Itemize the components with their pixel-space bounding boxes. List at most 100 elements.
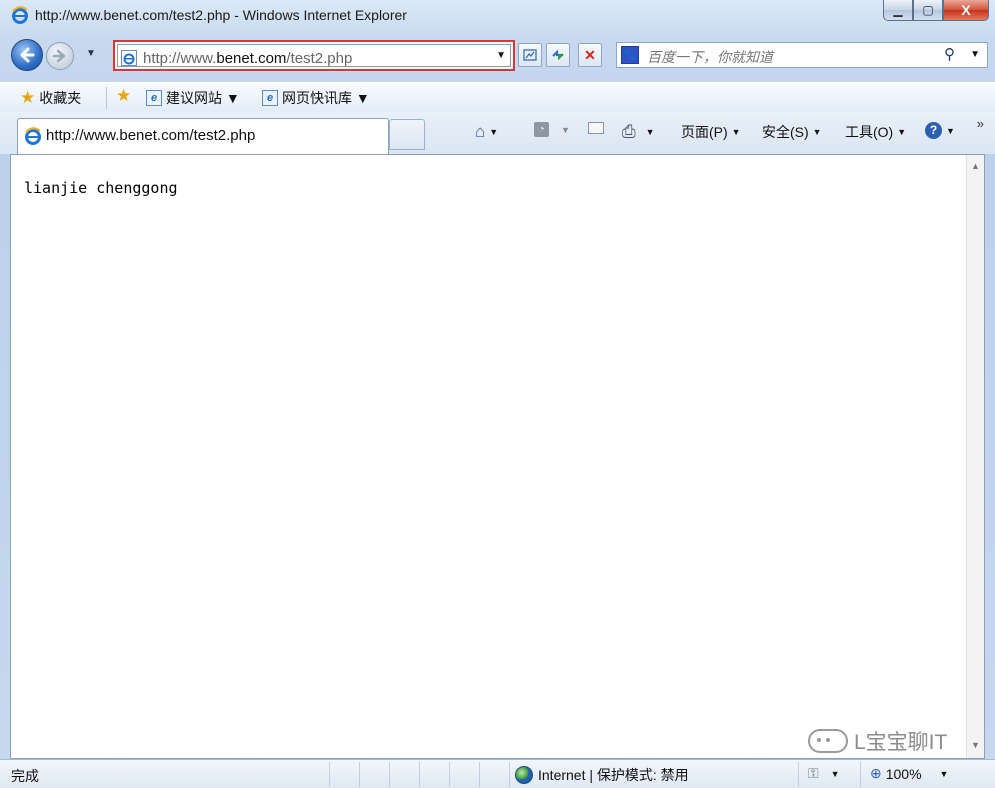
refresh-icon [552,49,564,61]
safety-menu[interactable]: 安全(S) ▼ [762,122,822,142]
scroll-up-icon[interactable]: ▲ [971,161,980,171]
help-menu[interactable]: ? ▼ [925,122,955,139]
page-icon [121,50,137,66]
chevron-down-icon: ▼ [939,768,949,779]
help-icon: ? [925,122,942,139]
favorites-item-web-slice-gallery[interactable]: e 网页快讯库 ▼ [262,88,370,108]
page-body-text: lianjie chenggong [24,179,178,197]
stop-icon: ✕ [584,46,596,63]
ie-page-icon: e [262,90,278,106]
baidu-paw-icon: 🐾 [621,46,639,64]
divider [359,762,360,787]
chevron-down-icon: ▼ [812,127,822,137]
search-placeholder[interactable]: 百度一下，你就知道 [647,47,773,67]
chevron-down-icon[interactable]: ▼ [489,127,498,137]
zoom-button[interactable]: ⊕ 100% ▼ [870,765,948,782]
back-arrow-icon [20,47,35,63]
search-options-dropdown[interactable]: ▼ [970,49,980,60]
window-controls: ▁ ▢ X [883,0,989,22]
compatibility-view-icon [523,49,537,61]
url-domain: benet.com [216,50,287,67]
chevron-down-icon[interactable]: ▼ [561,125,570,135]
divider [419,762,420,787]
minimize-button[interactable]: ▁ [883,0,913,21]
compatibility-view-button[interactable] [518,43,542,67]
mail-icon [588,122,604,134]
add-favorite-star-icon: ★ [116,86,132,105]
divider [509,762,510,787]
navigation-bar: ▼ http://www.benet.com/test2.php ▼ ✕ 🐾 百… [0,34,995,76]
refresh-button[interactable] [546,43,570,67]
home-button[interactable]: ⌂ ▼ [475,122,498,142]
internet-explorer-icon [12,6,28,24]
rss-feed-icon: ◔ [534,122,549,137]
favorites-item-suggested-sites[interactable]: e 建议网站 ▼ [146,88,240,108]
window-title: http://www.benet.com/test2.php - Windows… [35,7,407,23]
safety-menu-label: 安全(S) [762,124,809,140]
page-menu-label: 页面(P) [681,124,728,140]
forward-arrow-icon [53,49,66,63]
security-settings-icon: ⚿ [808,765,819,781]
search-box[interactable]: 🐾 百度一下，你就知道 ⚲ ▼ [616,42,988,68]
popup-settings-button[interactable]: ⚿ ▼ [808,765,840,782]
chevron-down-icon: ▼ [897,127,907,137]
ie-window: http://www.benet.com/test2.php - Windows… [0,0,995,788]
search-magnifier-icon[interactable]: ⚲ [944,45,955,63]
feeds-button[interactable]: ◔ ▼ [534,122,570,137]
divider [798,762,799,787]
page-content: lianjie chenggong ▲ ▼ [10,154,985,759]
status-text: 完成 [11,768,39,784]
status-bar: 完成 Internet | 保护模式: 禁用 ⚿ ▼ ⊕ 100% ▼ [0,759,995,788]
favorites-star-icon: ★ [20,88,36,107]
home-icon: ⌂ [475,122,486,141]
tab-label: http://www.benet.com/test2.php [46,127,256,144]
favorites-button[interactable]: ★ 收藏夹 [20,88,81,108]
scroll-down-icon[interactable]: ▼ [971,740,980,750]
divider [449,762,450,787]
url-prefix: http://www. [143,50,217,67]
watermark-text: L宝宝聊IT [854,731,948,754]
divider [479,762,480,787]
zoom-level: 100% [885,765,922,782]
address-bar-highlight: http://www.benet.com/test2.php ▼ [113,40,515,71]
vertical-scrollbar[interactable]: ▲ ▼ [966,155,984,758]
back-button[interactable] [11,39,43,71]
zone-text: Internet | 保护模式: 禁用 [538,767,689,783]
chevron-down-icon[interactable]: ▼ [646,127,655,137]
address-url[interactable]: http://www.benet.com/test2.php [143,50,352,67]
watermark: L宝宝聊IT [808,726,947,756]
web-slice-gallery-label: 网页快讯库 ▼ [282,90,370,106]
new-tab-button[interactable] [389,119,425,150]
url-path: /test2.php [286,50,353,67]
suggested-sites-label: 建议网站 ▼ [166,90,240,106]
chevron-down-icon: ▼ [946,125,955,136]
divider [106,87,107,109]
tab-command-bar: http://www.benet.com/test2.php ⌂ ▼ ◔ ▼ ⎙… [0,112,995,154]
divider [329,762,330,787]
favorites-label: 收藏夹 [39,90,82,106]
address-bar[interactable]: http://www.benet.com/test2.php ▼ [117,44,511,67]
recent-pages-dropdown[interactable]: ▼ [86,48,96,59]
read-mail-button[interactable] [588,122,604,134]
print-button[interactable]: ⎙ ▼ [622,122,655,142]
security-zone[interactable]: Internet | 保护模式: 禁用 [515,765,689,785]
tab-current[interactable]: http://www.benet.com/test2.php [17,118,389,154]
ie-page-icon: e [146,90,162,106]
wechat-logo-icon [808,729,848,753]
add-to-favorites-bar-button[interactable]: ★ [116,86,132,105]
maximize-button[interactable]: ▢ [913,0,943,21]
address-dropdown-icon[interactable]: ▼ [496,50,506,61]
title-bar: http://www.benet.com/test2.php - Windows… [0,0,995,32]
command-overflow-button[interactable]: » [977,116,984,131]
forward-button[interactable] [46,42,74,70]
tools-menu[interactable]: 工具(O) ▼ [845,122,906,142]
tools-menu-label: 工具(O) [845,124,894,140]
chevron-down-icon: ▼ [830,768,840,779]
close-button[interactable]: X [943,0,989,21]
stop-button[interactable]: ✕ [578,43,602,67]
internet-explorer-icon [25,127,41,145]
chevron-down-icon: ▼ [731,127,741,137]
divider [389,762,390,787]
printer-icon: ⎙ [622,122,636,141]
page-menu[interactable]: 页面(P) ▼ [681,122,741,142]
